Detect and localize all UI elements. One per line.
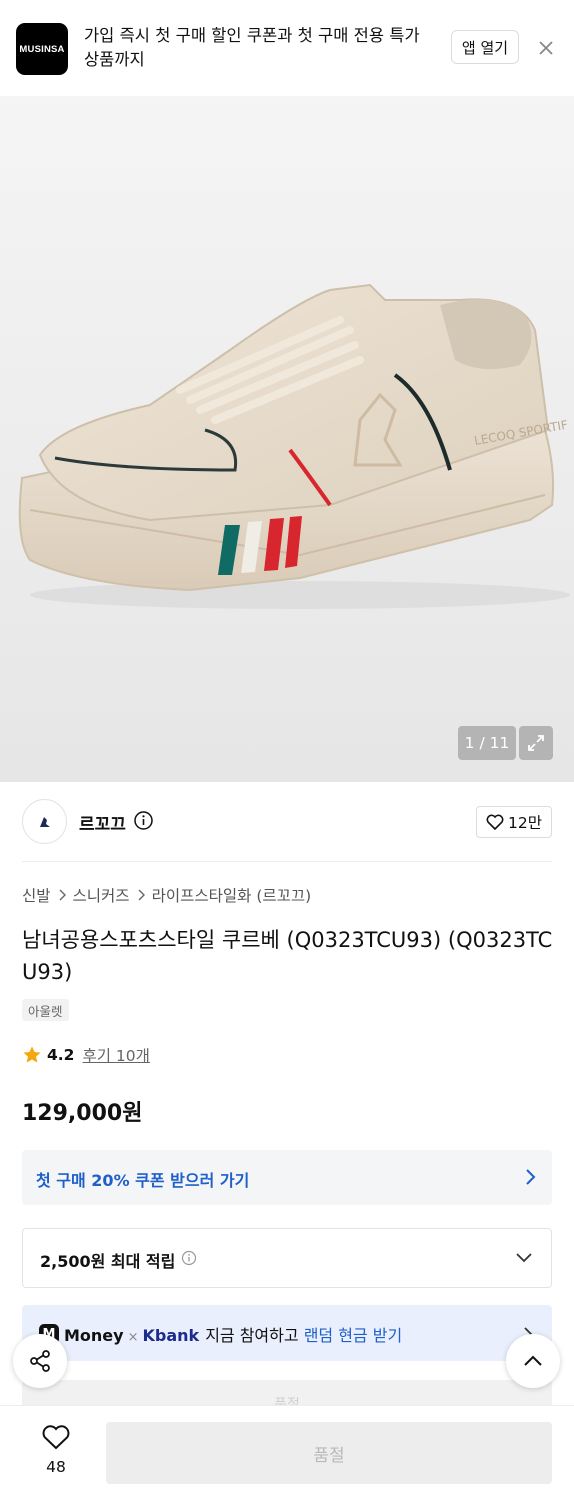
breadcrumb: 신발 스니커즈 라이프스타일화 (르꼬끄) — [22, 884, 311, 906]
brand-like-button[interactable]: 12만 — [476, 806, 552, 838]
app-open-button[interactable]: 앱 열기 — [451, 30, 519, 64]
share-icon — [30, 1350, 50, 1372]
app-install-banner: MUSINSA 가입 즉시 첫 구매 할인 쿠폰과 첫 구매 전용 특가 상품까… — [0, 0, 574, 96]
review-count-link[interactable]: 후기 10개 — [82, 1044, 149, 1066]
sneaker-image: LECOQ SPORTIF — [18, 283, 570, 609]
star-icon — [23, 1046, 41, 1063]
kbank-promo-banner[interactable]: M Money × Kbank 지금 참여하고 랜덤 현금 받기 — [22, 1305, 552, 1361]
brand-avatar[interactable] — [22, 799, 67, 844]
outlet-tag: 아울렛 — [22, 999, 69, 1021]
product-image-gallery[interactable]: LECOQ SPORTIF 1 / 11 — [0, 0, 574, 782]
heart-icon — [42, 1425, 70, 1450]
chevron-right-icon — [526, 1169, 536, 1185]
product-price: 129,000원 — [22, 1101, 143, 1126]
musinsa-logo: MUSINSA — [16, 23, 68, 75]
breadcrumb-item[interactable]: 라이프스타일화 (르꼬끄) — [152, 884, 312, 906]
breadcrumb-item[interactable]: 스니커즈 — [73, 884, 130, 906]
chevron-right-icon — [59, 889, 66, 901]
first-purchase-coupon-banner[interactable]: 첫 구매 20% 쿠폰 받으러 가기 — [22, 1150, 552, 1205]
divider — [22, 861, 552, 862]
chevron-down-icon — [516, 1253, 532, 1263]
rating-score: 4.2 — [47, 1046, 75, 1064]
info-icon[interactable] — [133, 810, 154, 831]
coupon-label: 첫 구매 20% 쿠폰 받으러 가기 — [36, 1171, 250, 1190]
wishlist-count: 48 — [46, 1458, 66, 1476]
chevron-up-icon — [524, 1355, 542, 1366]
sold-out-button: 품절 — [106, 1422, 552, 1484]
brand-like-count: 12만 — [508, 814, 542, 832]
fullscreen-button[interactable] — [519, 726, 553, 760]
bottom-action-bar: 48 품절 — [0, 1405, 574, 1500]
banner-message: 가입 즉시 첫 구매 할인 쿠폰과 첫 구매 전용 특가 상품까지 — [84, 26, 420, 69]
promo-text: Money × Kbank 지금 참여하고 랜덤 현금 받기 — [64, 1326, 403, 1345]
image-counter: 1 / 11 — [458, 726, 516, 760]
brand-name[interactable]: 르꼬끄 — [79, 810, 126, 835]
scroll-top-button[interactable] — [506, 1334, 560, 1388]
points-label: 2,500원 최대 적립 — [40, 1252, 176, 1271]
wishlist-button[interactable]: 48 — [30, 1424, 82, 1484]
points-dropdown[interactable]: 2,500원 최대 적립 — [22, 1228, 552, 1288]
breadcrumb-item[interactable]: 신발 — [22, 884, 51, 906]
chevron-right-icon — [138, 889, 145, 901]
expand-icon — [528, 735, 544, 751]
product-title: 남녀공용스포츠스타일 쿠르베 (Q0323TCU93) (Q0323TCU93) — [22, 928, 553, 984]
rooster-logo-icon — [39, 816, 50, 827]
heart-icon — [486, 814, 504, 830]
share-button[interactable] — [13, 1334, 67, 1388]
info-icon[interactable] — [181, 1250, 197, 1266]
close-icon[interactable] — [532, 34, 560, 62]
rating-row: 4.2 후기 10개 — [22, 1043, 150, 1067]
brand-row: 르꼬끄 12만 — [22, 798, 552, 846]
